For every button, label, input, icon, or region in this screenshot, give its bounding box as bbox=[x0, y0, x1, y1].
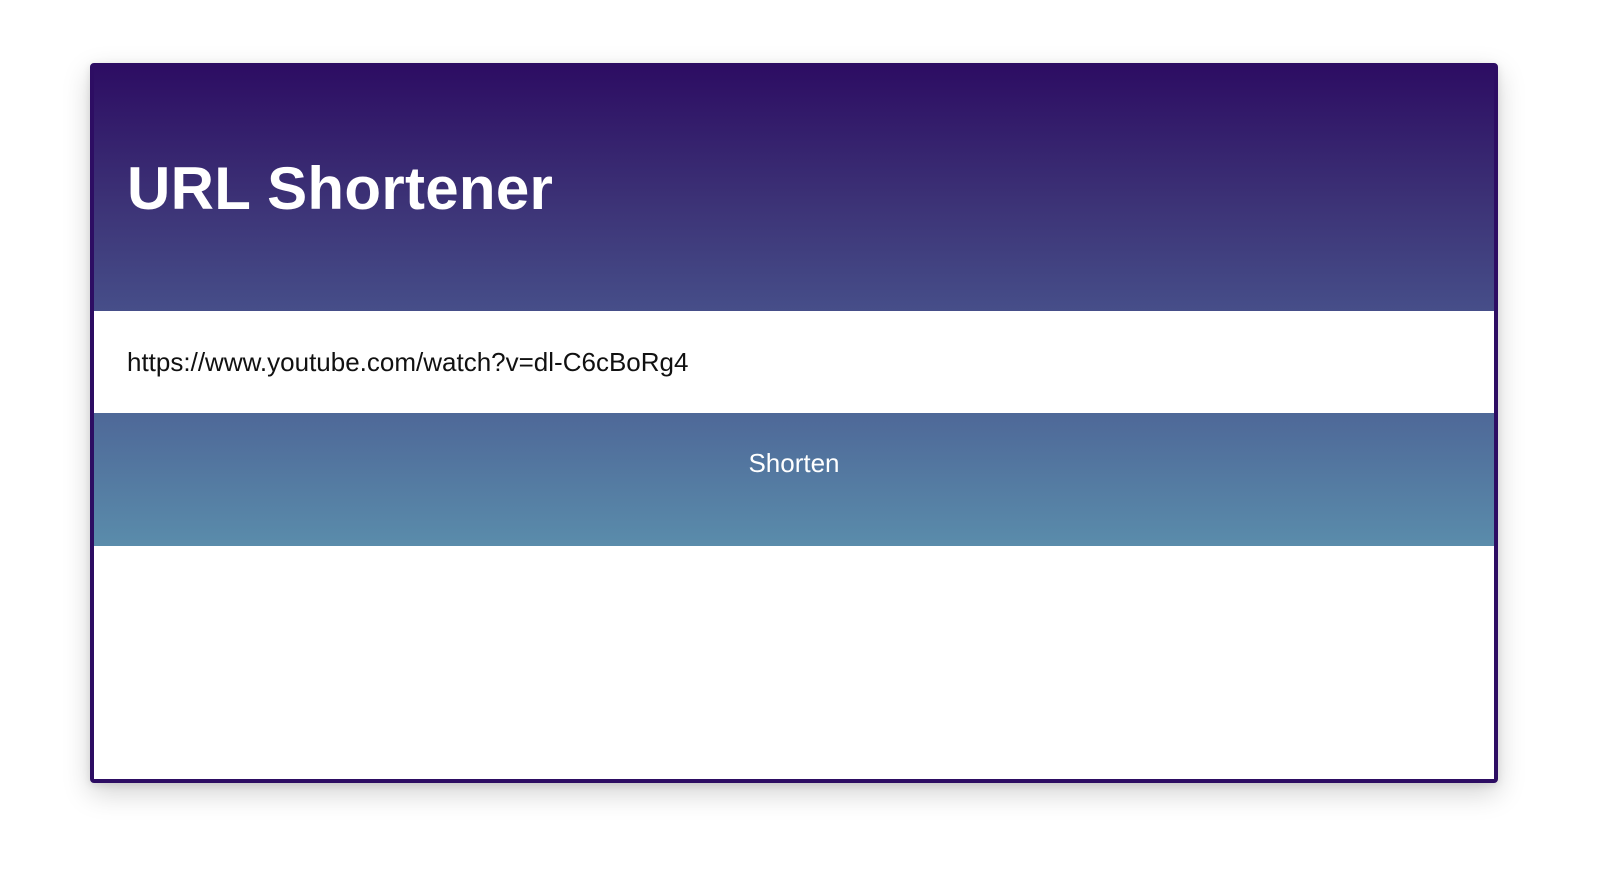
shorten-button[interactable]: Shorten bbox=[94, 413, 1494, 546]
result-area bbox=[94, 546, 1494, 779]
url-input[interactable] bbox=[94, 311, 1494, 413]
page-title: URL Shortener bbox=[127, 154, 554, 222]
header: URL Shortener bbox=[94, 67, 1494, 311]
url-shortener-card: URL Shortener Shorten bbox=[90, 63, 1498, 783]
